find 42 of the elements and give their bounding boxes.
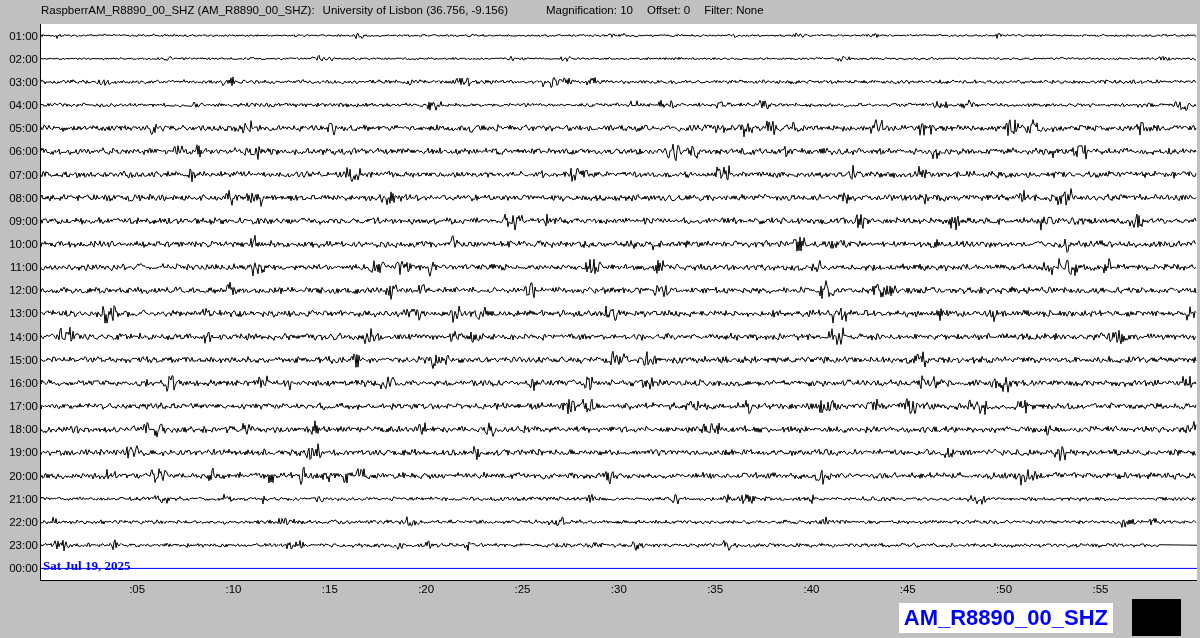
hour-label: 12:00 [9,284,38,297]
hour-label: 00:00 [9,562,38,575]
hour-label: 02:00 [9,52,38,65]
hour-label: 18:00 [9,423,38,436]
hour-label: 21:00 [9,492,38,505]
minute-tick-label: :55 [1092,583,1109,596]
minute-tick-label: :45 [899,583,916,596]
minute-tick-label: :50 [996,583,1013,596]
minute-tick-label: :20 [418,583,435,596]
station-badge: AM_R8890_00_SHZ [898,602,1113,633]
minute-tick-label: :40 [803,583,820,596]
station-location: University of Lisbon (36.756, -9.156) [322,4,508,16]
hour-label: 07:00 [9,168,38,181]
minute-tick-label: :30 [610,583,627,596]
hour-label: 19:00 [9,446,38,459]
minute-tick-label: :05 [129,583,146,596]
hour-label: 10:00 [9,238,38,250]
hour-label: 16:00 [9,376,38,389]
hour-label: 20:00 [9,469,38,482]
hour-label: 04:00 [9,99,38,112]
hour-label: 15:00 [9,353,38,366]
hour-label: 13:00 [9,307,38,320]
hour-label: 23:00 [9,539,38,551]
hour-label: 03:00 [9,75,38,88]
minute-tick-label: :25 [514,583,531,596]
hour-label: 14:00 [9,330,38,343]
hour-label: 05:00 [9,122,38,135]
hour-label: 09:00 [9,214,38,227]
hour-label: 22:00 [9,515,38,528]
station-name: RaspberrAM_R8890_00_SHZ (AM_R8890_00_SHZ): [41,4,315,16]
hour-label: 11:00 [10,261,38,274]
magnification-label: Magnification: 10 [546,4,633,16]
hour-label: 08:00 [9,191,38,204]
hour-label: 06:00 [9,145,38,158]
minute-tick-label: :15 [321,583,338,596]
filter-label: Filter: None [704,4,764,16]
hour-label: 01:00 [9,29,38,42]
status-square [1132,599,1181,637]
offset-label: Offset: 0 [646,4,691,16]
hour-label: 17:00 [9,400,38,413]
minute-tick-label: :35 [707,583,724,596]
minute-tick-label: :10 [225,583,242,596]
